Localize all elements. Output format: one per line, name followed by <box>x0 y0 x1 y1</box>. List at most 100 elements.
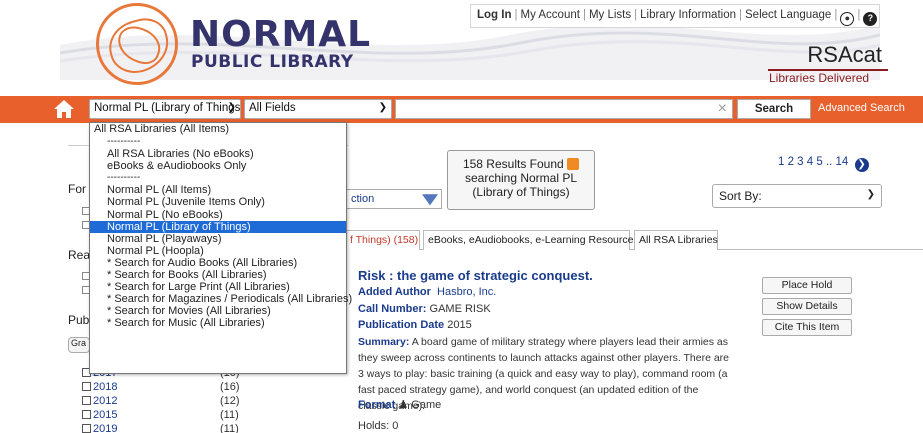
year-checkbox[interactable] <box>82 424 91 433</box>
separator: | <box>739 9 742 21</box>
rss-icon[interactable] <box>567 158 580 170</box>
year-checkbox[interactable] <box>82 382 91 391</box>
place-hold-button[interactable]: Place Hold <box>762 277 852 294</box>
accessibility-icon[interactable]: ● <box>840 12 855 26</box>
pub-date-value: 2015 <box>447 319 472 331</box>
chevron-down-icon: ❯ <box>227 102 236 113</box>
dropdown-option[interactable]: All RSA Libraries (All Items) <box>90 123 346 136</box>
year-checkbox[interactable] <box>82 396 91 405</box>
library-scope-select[interactable]: Normal PL (Library of Things) ❯ <box>89 99 241 119</box>
separator: | <box>857 9 861 21</box>
dropdown-option[interactable]: * Search for Large Print (All Libraries) <box>90 281 346 293</box>
facet-year-row[interactable]: 2019 (11) <box>82 423 239 433</box>
rsacat-title: RSAcat <box>807 42 882 67</box>
format-value: Game <box>411 399 442 411</box>
site-header: NORMAL PUBLIC LIBRARY Log In | My Account |… <box>0 0 923 96</box>
year-count: (16) <box>220 381 240 393</box>
call-number-value: GAME RISK <box>429 303 491 315</box>
year-label[interactable]: 2012 <box>93 395 117 407</box>
results-scope-line1: searching Normal PL <box>464 171 578 185</box>
tab-library-of-things[interactable]: f Things) (158) <box>345 230 420 250</box>
dropdown-option[interactable]: * Search for Audio Books (All Libraries) <box>90 257 346 269</box>
top-links-bar: Log In | My Account | My Lists | Library Infor… <box>470 4 880 28</box>
facet-reading-label: Rea <box>68 248 91 262</box>
results-count: 158 Results Found <box>462 157 564 171</box>
login-link[interactable]: Log In <box>477 9 512 21</box>
sort-by-select[interactable]: Sort By: ❯ <box>712 184 882 208</box>
dropdown-option[interactable]: Normal PL (Juvenile Items Only) <box>90 196 346 208</box>
chevron-down-icon: ❯ <box>866 189 875 200</box>
dropdown-separator: ---------- <box>107 172 141 184</box>
dropdown-separator: ---------- <box>107 136 141 147</box>
dropdown-option-selected[interactable]: Normal PL (Library of Things) <box>90 220 346 233</box>
home-icon[interactable] <box>52 98 76 120</box>
dropdown-option[interactable]: Normal PL (No eBooks) <box>90 209 346 221</box>
cite-item-button[interactable]: Cite This Item <box>762 319 852 336</box>
facet-year-row[interactable]: 2015 (11) <box>82 409 239 421</box>
separator: | <box>582 9 586 21</box>
tab-all-rsa-libraries[interactable]: All RSA Libraries <box>634 230 718 250</box>
page-links[interactable]: 1 2 3 4 5 .. 14 <box>778 156 848 168</box>
dropdown-option[interactable]: Normal PL (Playaways) <box>90 233 346 245</box>
facet-format-label: For <box>68 182 86 196</box>
search-bar: Normal PL (Library of Things) ❯ All Fiel… <box>0 96 923 123</box>
select-language-link[interactable]: Select Language <box>745 9 831 21</box>
dropdown-option[interactable]: eBooks & eAudiobooks Only <box>90 160 346 172</box>
search-button[interactable]: Search <box>737 99 811 119</box>
dropdown-option[interactable]: All RSA Libraries (No eBooks) <box>90 148 346 160</box>
facet-year-row[interactable]: 2012 (12) <box>82 395 240 407</box>
dropdown-triangle-icon <box>422 194 438 206</box>
results-summary: 158 Results Found searching Normal PL (L… <box>447 150 595 210</box>
search-field-select[interactable]: All Fields ❯ <box>244 99 392 119</box>
separator: | <box>634 9 638 21</box>
library-scope-dropdown-list: All RSA Libraries (All Items) ----------… <box>89 122 352 374</box>
clear-search-icon[interactable]: × <box>718 100 727 118</box>
results-scope-line2: (Library of Things) <box>472 185 570 199</box>
library-information-link[interactable]: Library Information <box>640 9 736 21</box>
year-checkbox[interactable] <box>82 410 91 419</box>
dropdown-option[interactable]: Normal PL (All Items) <box>90 184 346 196</box>
summary-key: Summary: <box>358 336 410 348</box>
facet-graph-button[interactable]: Gra <box>68 337 90 353</box>
advanced-search-link[interactable]: Advanced Search <box>818 102 905 114</box>
separator: | <box>834 9 838 21</box>
pub-date-key: Publication Date <box>358 319 445 331</box>
year-count: (11) <box>220 423 239 433</box>
tab-ebooks[interactable]: eBooks, eAudiobooks, e-Learning Resource… <box>423 230 639 250</box>
section-select[interactable]: ction <box>346 189 442 209</box>
year-label[interactable]: 2019 <box>93 423 117 433</box>
added-author-value[interactable]: Hasbro, Inc. <box>437 286 496 298</box>
record-title[interactable]: Risk : the game of strategic conquest. <box>358 268 593 283</box>
page-root: NORMAL PUBLIC LIBRARY Log In | My Account |… <box>0 0 923 433</box>
record-added-author: Added Author Hasbro, Inc. <box>358 286 496 298</box>
my-lists-link[interactable]: My Lists <box>589 9 631 21</box>
record-format: Format ♟ Game <box>358 398 441 411</box>
dropdown-option[interactable]: * Search for Movies (All Libraries) <box>90 305 346 317</box>
next-page-icon[interactable]: ❯ <box>854 158 869 172</box>
record-publication-date: Publication Date 2015 <box>358 319 472 331</box>
logo-subtitle[interactable]: PUBLIC LIBRARY <box>191 52 354 72</box>
my-account-link[interactable]: My Account <box>521 9 580 21</box>
search-field-value: All Fields <box>249 102 296 114</box>
record-call-number: Call Number: GAME RISK <box>358 303 491 315</box>
logo-title[interactable]: NORMAL <box>190 14 371 55</box>
search-input[interactable]: × <box>395 99 733 119</box>
format-key: Format <box>358 399 396 411</box>
year-label[interactable]: 2015 <box>93 409 117 421</box>
section-select-value: ction <box>351 193 375 205</box>
library-logo-icon[interactable] <box>96 3 178 85</box>
dropdown-option[interactable]: * Search for Music (All Libraries) <box>90 317 346 329</box>
rsacat-logo[interactable]: RSAcat Libraries Delivered <box>768 42 888 85</box>
dropdown-option[interactable]: * Search for Magazines / Periodicals (Al… <box>90 293 352 305</box>
dropdown-option[interactable]: * Search for Books (All Libraries) <box>90 269 346 281</box>
year-label[interactable]: 2018 <box>93 381 117 393</box>
help-icon[interactable]: ? <box>863 12 878 26</box>
dropdown-option[interactable]: Normal PL (Hoopla) <box>90 245 346 257</box>
show-details-button[interactable]: Show Details <box>762 298 852 315</box>
chevron-down-icon: ❯ <box>378 102 387 113</box>
pagination: 1 2 3 4 5 .. 14 ❯ <box>778 156 869 172</box>
facet-year-row[interactable]: 2018 (16) <box>82 381 240 393</box>
call-number-key: Call Number: <box>358 303 427 315</box>
library-scope-value: Normal PL (Library of Things) <box>94 102 241 114</box>
year-count: (11) <box>220 409 239 421</box>
